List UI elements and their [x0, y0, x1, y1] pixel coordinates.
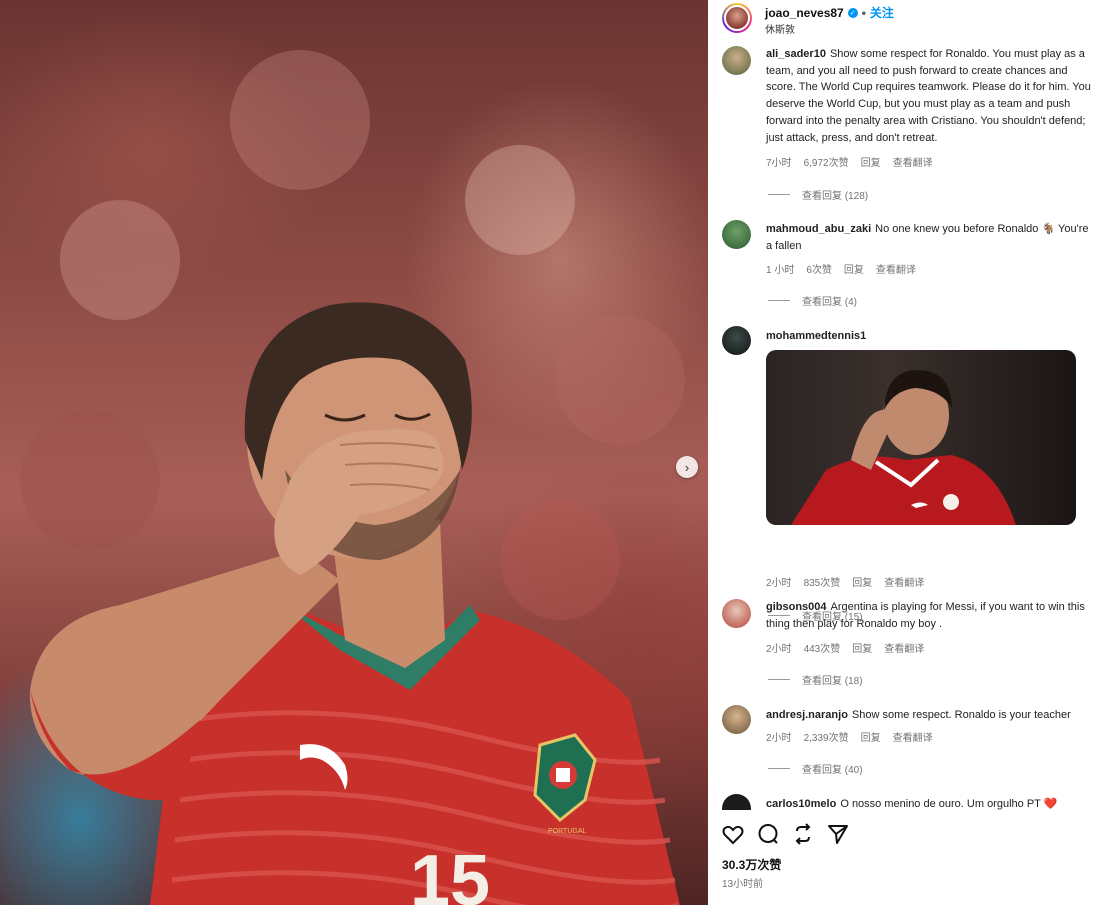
reply-button[interactable]: 回复	[844, 261, 864, 276]
replies-line	[768, 194, 790, 195]
reply-button[interactable]: 回复	[852, 640, 872, 655]
commenter-avatar[interactable]	[722, 794, 751, 810]
author-avatar[interactable]	[722, 3, 752, 33]
comment-content: Show some respect. Ronaldo is your teach…	[851, 709, 1071, 721]
translate-button[interactable]: 查看翻译	[893, 729, 933, 744]
reply-button[interactable]: 回复	[861, 729, 881, 744]
commenter-username[interactable]: gibsons004	[766, 601, 827, 613]
post-header: joao_neves87 ✓ • 关注 休斯敦	[708, 0, 1096, 42]
player-illustration: PORTUGAL 15	[20, 50, 685, 905]
action-bar	[708, 812, 1096, 852]
translate-button[interactable]: 查看翻译	[884, 640, 924, 655]
post-side-panel: joao_neves87 ✓ • 关注 休斯敦 ali_sader10 Show …	[708, 0, 1096, 905]
jersey-number: 15	[410, 841, 490, 905]
reply-button[interactable]: 回复	[852, 574, 872, 589]
view-replies-label: 查看回复 (40)	[802, 765, 863, 776]
comment-likes[interactable]: 2,339次赞	[804, 729, 849, 744]
comment-content: O nosso menino de ouro. Um orgulho PT ❤️	[840, 798, 1058, 810]
author-line: joao_neves87 ✓ • 关注	[765, 4, 894, 21]
translate-button[interactable]: 查看翻译	[884, 574, 924, 589]
share-icon[interactable]	[791, 822, 815, 846]
verified-badge-icon: ✓	[847, 7, 858, 18]
commenter-username[interactable]: mohammedtennis1	[766, 330, 866, 342]
commenter-avatar[interactable]	[722, 220, 751, 249]
view-replies-button[interactable]: 查看回复 (128)	[768, 187, 868, 202]
replies-line	[768, 679, 790, 680]
comment-text: ali_sader10 Show some respect for Ronaldo…	[766, 46, 1096, 146]
commenter-avatar[interactable]	[722, 705, 751, 734]
comment-meta: 2小时 2,339次赞 回复 查看翻译	[766, 729, 933, 744]
replies-line	[768, 300, 790, 301]
author-username[interactable]: joao_neves87	[765, 6, 844, 20]
comment-image-illustration	[791, 370, 1016, 525]
comment-text: carlos10melo O nosso menino de ouro. Um o…	[766, 796, 1096, 810]
comment-text: mahmoud_abu_zaki No one knew you before R…	[766, 221, 1096, 254]
crest-text: PORTUGAL	[548, 828, 586, 835]
view-replies-button[interactable]: 查看回复 (40)	[768, 761, 863, 776]
comment-meta: 1 小时 6次赞 回复 查看翻译	[766, 261, 916, 276]
chevron-right-icon[interactable]: ›	[676, 456, 698, 478]
comment-meta: 7小时 6,972次赞 回复 查看翻译	[766, 154, 933, 169]
comment-time: 7小时	[766, 158, 792, 169]
post-timestamp: 13小时前	[722, 879, 764, 890]
translate-button[interactable]: 查看翻译	[876, 261, 916, 276]
comment-content: Show some respect for Ronaldo. You must …	[766, 48, 1091, 144]
commenter-avatar[interactable]	[722, 599, 751, 628]
view-replies-button[interactable]: 查看回复 (4)	[768, 293, 857, 308]
commenter-username[interactable]: andresj.naranjo	[766, 709, 848, 721]
comment-meta: 2小时 443次赞 回复 查看翻译	[766, 640, 924, 655]
comment-meta: 2小时 835次赞 回复 查看翻译	[766, 574, 924, 589]
comment-time: 2小时	[766, 578, 792, 589]
translate-button[interactable]: 查看翻译	[893, 154, 933, 169]
comment-text: gibsons004 Argentina is playing for Messi…	[766, 599, 1096, 632]
comment-icon[interactable]	[756, 822, 780, 846]
view-replies-label: 查看回复 (18)	[802, 676, 863, 687]
view-replies-label: 查看回复 (128)	[802, 191, 869, 202]
view-replies-label: 查看回复 (4)	[802, 297, 857, 308]
comments-list: ali_sader10 Show some respect for Ronaldo…	[708, 42, 1096, 810]
commenter-avatar[interactable]	[722, 326, 751, 355]
comment-text: mohammedtennis1	[766, 328, 1096, 345]
follow-button[interactable]: 关注	[870, 4, 894, 21]
send-icon[interactable]	[826, 822, 850, 846]
view-replies-button[interactable]: 查看回复 (18)	[768, 672, 863, 687]
reply-button[interactable]: 回复	[861, 154, 881, 169]
separator-dot: •	[861, 5, 866, 20]
comment-time: 2小时	[766, 733, 792, 744]
comment-likes[interactable]: 6次赞	[806, 261, 832, 276]
comment-likes[interactable]: 443次赞	[804, 640, 841, 655]
commenter-avatar[interactable]	[722, 46, 751, 75]
post-photo: PORTUGAL 15 ›	[0, 0, 708, 905]
comment-time: 2小时	[766, 644, 792, 655]
commenter-username[interactable]: mahmoud_abu_zaki	[766, 223, 871, 235]
comment-time: 1 小时	[766, 265, 795, 276]
commenter-username[interactable]: ali_sader10	[766, 48, 826, 60]
comment-text: andresj.naranjo Show some respect. Ronald…	[766, 707, 1096, 724]
comment-likes[interactable]: 6,972次赞	[804, 154, 849, 169]
post-likes-count[interactable]: 30.3万次赞	[722, 856, 781, 873]
replies-line	[768, 768, 790, 769]
location-label[interactable]: 休斯敦	[765, 21, 795, 36]
comment-likes[interactable]: 835次赞	[804, 574, 841, 589]
commenter-username[interactable]: carlos10melo	[766, 798, 836, 810]
heart-icon[interactable]	[721, 822, 745, 846]
comment-image[interactable]	[766, 350, 1076, 525]
